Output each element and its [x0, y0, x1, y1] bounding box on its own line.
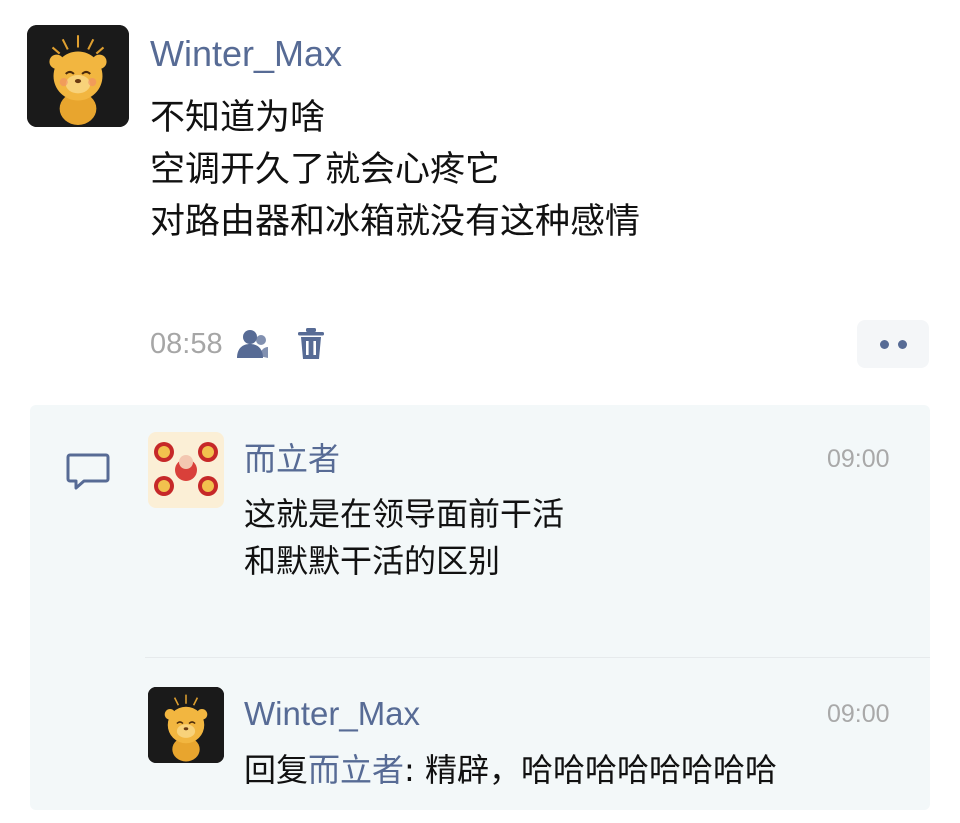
comment-bubble-icon — [66, 453, 110, 490]
post-author-avatar[interactable] — [27, 25, 129, 127]
post-author-name[interactable]: Winter_Max — [150, 30, 342, 78]
reply-prefix: 回复 — [244, 751, 309, 789]
comment-text-line: 这就是在领导面前干活 — [244, 495, 565, 533]
comment-divider — [145, 657, 930, 658]
commenter-name[interactable]: Winter_Max — [244, 692, 420, 736]
more-dots-icon[interactable] — [857, 320, 929, 368]
post-line: 不知道为啥 — [150, 98, 326, 138]
post-meta-bar: 08:58 — [150, 322, 351, 366]
fortune-avatar-image — [148, 432, 224, 508]
post-content: 不知道为啥 空调开久了就会心疼它 对路由器和冰箱就没有这种感情 — [150, 92, 640, 248]
dot — [897, 339, 907, 349]
commenter-avatar[interactable] — [148, 432, 224, 508]
dot — [879, 339, 889, 349]
friends-visible-icon[interactable] — [235, 326, 271, 362]
commenter-name[interactable]: 而立者 — [244, 437, 340, 481]
delete-icon[interactable] — [293, 326, 329, 362]
reply-to-name[interactable]: 而立者 — [308, 751, 404, 789]
post-time: 08:58 — [150, 327, 223, 360]
lion-avatar-image — [148, 687, 224, 763]
comment-time: 09:00 — [827, 445, 890, 473]
comments-section: 而立者 09:00 这就是在领导面前干活 和默默干活的区别 Winter_Max… — [30, 405, 930, 810]
reply-body: : 精辟，哈哈哈哈哈哈哈哈 — [404, 751, 777, 789]
reply-text: 回复而立者: 精辟，哈哈哈哈哈哈哈哈 — [244, 747, 777, 794]
comment-time: 09:00 — [827, 700, 890, 728]
commenter-avatar[interactable] — [148, 687, 224, 763]
post-line: 对路由器和冰箱就没有这种感情 — [150, 202, 641, 242]
comment-text-line: 和默默干活的区别 — [244, 542, 501, 580]
post-line: 空调开久了就会心疼它 — [150, 150, 501, 190]
lion-avatar-image — [27, 25, 129, 127]
